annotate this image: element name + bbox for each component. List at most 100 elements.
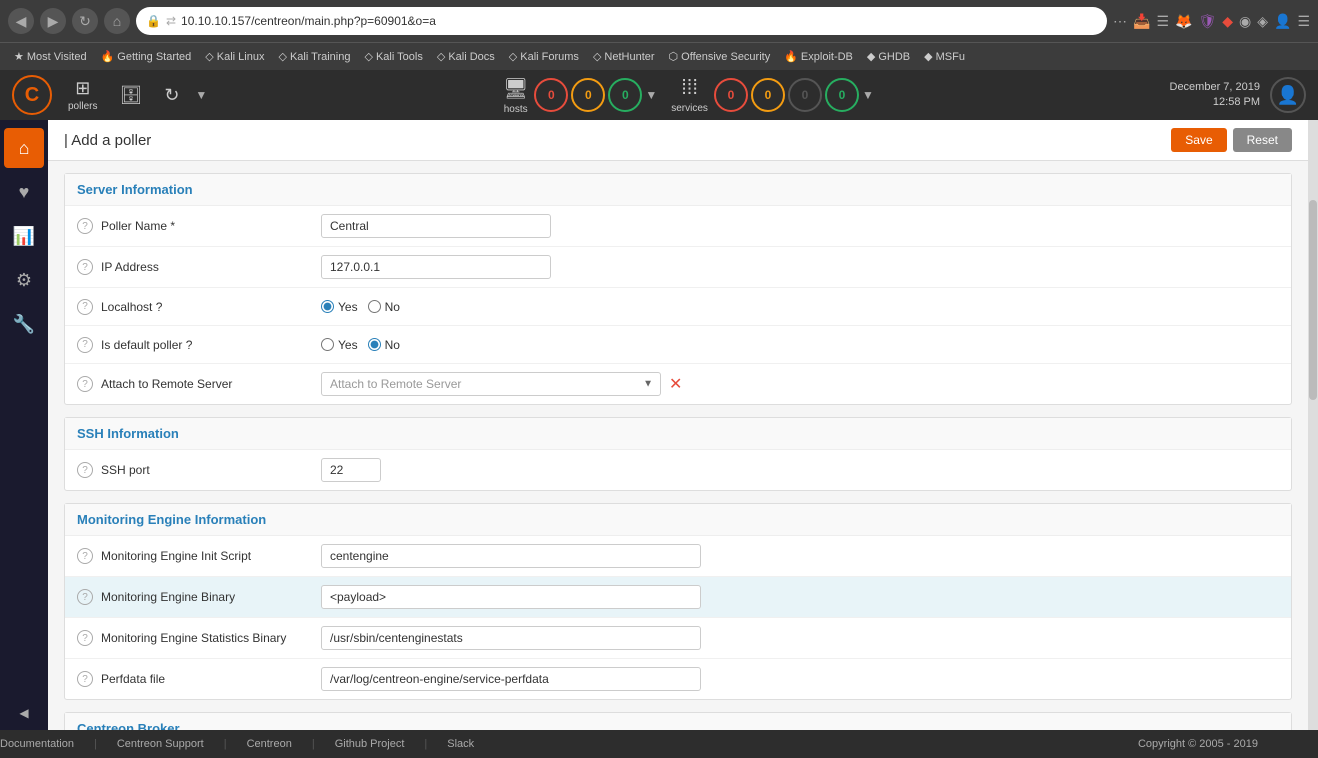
footer-slack[interactable]: Slack xyxy=(447,738,474,750)
vpn-icon: 🛡 xyxy=(1198,13,1216,30)
footer-sep1: | xyxy=(94,738,97,750)
forward-button[interactable]: ▶ xyxy=(40,8,66,34)
hosts-dropdown[interactable]: ▼ xyxy=(645,88,657,102)
engine-stats-input[interactable] xyxy=(321,626,701,650)
footer-github[interactable]: Github Project xyxy=(335,738,405,750)
engine-init-input[interactable] xyxy=(321,544,701,568)
ip-address-input[interactable] xyxy=(321,255,551,279)
bookmark-kali-docs[interactable]: ◇ Kali Docs xyxy=(431,48,501,65)
poller-name-help[interactable]: ? xyxy=(77,218,93,234)
services-grid-icon: ⁞⁞⁞ xyxy=(681,77,698,100)
localhost-yes-radio[interactable] xyxy=(321,300,334,313)
attach-remote-clear-button[interactable]: ✕ xyxy=(665,374,686,394)
perfdata-input[interactable] xyxy=(321,667,701,691)
refresh-nav[interactable]: ↻ xyxy=(158,81,185,110)
attach-remote-help[interactable]: ? xyxy=(77,376,93,392)
engine-stats-row: ? Monitoring Engine Statistics Binary xyxy=(65,618,1291,659)
is-default-yes-label[interactable]: Yes xyxy=(321,338,358,352)
ip-address-label: IP Address xyxy=(101,260,321,274)
localhost-no-radio[interactable] xyxy=(368,300,381,313)
bookmark-msfupdate[interactable]: ◆ MSFu xyxy=(918,48,971,65)
attach-remote-row: ? Attach to Remote Server Attach to Remo… xyxy=(65,364,1291,404)
sidebar-item-graphs[interactable]: 📊 xyxy=(4,216,44,256)
ssh-port-help[interactable]: ? xyxy=(77,462,93,478)
perfdata-help[interactable]: ? xyxy=(77,671,93,687)
bookmark-most-visited[interactable]: ★ Most Visited xyxy=(8,48,93,65)
back-button[interactable]: ◀ xyxy=(8,8,34,34)
home-button[interactable]: ⌂ xyxy=(104,8,130,34)
sidebar: ⌂ ♥ 📊 ⚙ 🔧 ◀ xyxy=(0,120,48,730)
sidebar-item-tools[interactable]: 🔧 xyxy=(4,304,44,344)
localhost-help[interactable]: ? xyxy=(77,299,93,315)
attach-remote-label: Attach to Remote Server xyxy=(101,377,321,391)
hosts-unreachable-badge[interactable]: 0 xyxy=(571,78,605,112)
localhost-row: ? Localhost ? Yes No xyxy=(65,288,1291,326)
attach-remote-select-wrapper: Attach to Remote Server ▼ xyxy=(321,372,661,396)
engine-binary-help[interactable]: ? xyxy=(77,589,93,605)
engine-binary-input[interactable] xyxy=(321,585,701,609)
bookmark-kali-training[interactable]: ◇ Kali Training xyxy=(272,48,356,65)
bookmark-kali-forums[interactable]: ◇ Kali Forums xyxy=(503,48,585,65)
sidebar-item-home[interactable]: ⌂ xyxy=(4,128,44,168)
bookmark-offensive-security[interactable]: ⬡ Offensive Security xyxy=(663,48,777,65)
footer-documentation[interactable]: Documentation xyxy=(0,738,74,750)
scrollbar[interactable] xyxy=(1308,120,1318,730)
poller-name-label: Poller Name * xyxy=(101,219,321,233)
hamburger-icon[interactable]: ☰ xyxy=(1297,13,1310,30)
ssh-port-input[interactable] xyxy=(321,458,381,482)
menu-dots[interactable]: ⋯ xyxy=(1113,13,1127,30)
services-critical-badge[interactable]: 0 xyxy=(714,78,748,112)
poller-name-input[interactable] xyxy=(321,214,551,238)
hosts-label: hosts xyxy=(504,104,528,115)
is-default-no-radio[interactable] xyxy=(368,338,381,351)
bookmark-exploit-db[interactable]: 🔥 Exploit-DB xyxy=(778,48,859,65)
services-warning-badge[interactable]: 0 xyxy=(751,78,785,112)
hosts-up-badge[interactable]: 0 xyxy=(608,78,642,112)
save-button[interactable]: Save xyxy=(1171,128,1226,152)
db-nav[interactable]: 🗄 xyxy=(113,81,148,110)
app-container: ⌂ ♥ 📊 ⚙ 🔧 ◀ | Add a poller Save Reset Se… xyxy=(0,120,1318,730)
bookmark-nethunter[interactable]: ◇ NetHunter xyxy=(587,48,661,65)
sidebar-item-monitoring[interactable]: ♥ xyxy=(4,172,44,212)
footer-sep3: | xyxy=(312,738,315,750)
address-bar[interactable]: 🔒 ⇄ 10.10.10.157/centreon/main.php?p=609… xyxy=(136,7,1107,35)
services-dropdown[interactable]: ▼ xyxy=(862,88,874,102)
page-title: | Add a poller xyxy=(64,132,151,149)
localhost-yes-label[interactable]: Yes xyxy=(321,300,358,314)
attach-remote-select[interactable]: Attach to Remote Server xyxy=(321,372,661,396)
nav-dropdown-arrow[interactable]: ▼ xyxy=(195,88,207,102)
bookmarks-bar: ★ Most Visited 🔥 Getting Started ◇ Kali … xyxy=(0,42,1318,70)
services-ok-badge[interactable]: 0 xyxy=(825,78,859,112)
server-info-section: Server Information ? Poller Name * ? IP … xyxy=(64,173,1292,405)
home-icon: ⌂ xyxy=(19,138,30,159)
is-default-help[interactable]: ? xyxy=(77,337,93,353)
bookmark-kali-tools[interactable]: ◇ Kali Tools xyxy=(358,48,428,65)
localhost-no-label[interactable]: No xyxy=(368,300,400,314)
reload-button[interactable]: ↻ xyxy=(72,8,98,34)
bookmark-kali-linux[interactable]: ◇ Kali Linux xyxy=(199,48,270,65)
browser-icons: ⋯ 📥 ☰ 🦊 🛡 ◆ ◉ ◈ 👤 ☰ xyxy=(1113,13,1310,30)
services-unknown-badge[interactable]: 0 xyxy=(788,78,822,112)
pollers-nav[interactable]: ⊞ pollers xyxy=(62,74,103,116)
engine-binary-label: Monitoring Engine Binary xyxy=(101,590,321,604)
sidebar-collapse-btn[interactable]: ◀ xyxy=(19,706,28,720)
scrollbar-thumb[interactable] xyxy=(1309,200,1317,400)
centreon-logo[interactable]: C xyxy=(12,75,52,115)
ip-address-help[interactable]: ? xyxy=(77,259,93,275)
engine-stats-help[interactable]: ? xyxy=(77,630,93,646)
hosts-down-badge[interactable]: 0 xyxy=(534,78,568,112)
footer-centreon[interactable]: Centreon xyxy=(247,738,292,750)
graph-icon: 📊 xyxy=(13,226,35,247)
user-icon: 👤 xyxy=(1277,85,1299,106)
footer-centreon-support[interactable]: Centreon Support xyxy=(117,738,204,750)
bookmark-ghdb[interactable]: ◆ GHDB xyxy=(861,48,916,65)
sidebar-item-settings[interactable]: ⚙ xyxy=(4,260,44,300)
user-avatar[interactable]: 👤 xyxy=(1270,77,1306,113)
reset-button[interactable]: Reset xyxy=(1233,128,1292,152)
header-actions: Save Reset xyxy=(1171,128,1292,152)
engine-init-help[interactable]: ? xyxy=(77,548,93,564)
is-default-yes-radio[interactable] xyxy=(321,338,334,351)
page-header: | Add a poller Save Reset xyxy=(48,120,1308,161)
is-default-no-label[interactable]: No xyxy=(368,338,400,352)
bookmark-getting-started[interactable]: 🔥 Getting Started xyxy=(95,48,198,65)
